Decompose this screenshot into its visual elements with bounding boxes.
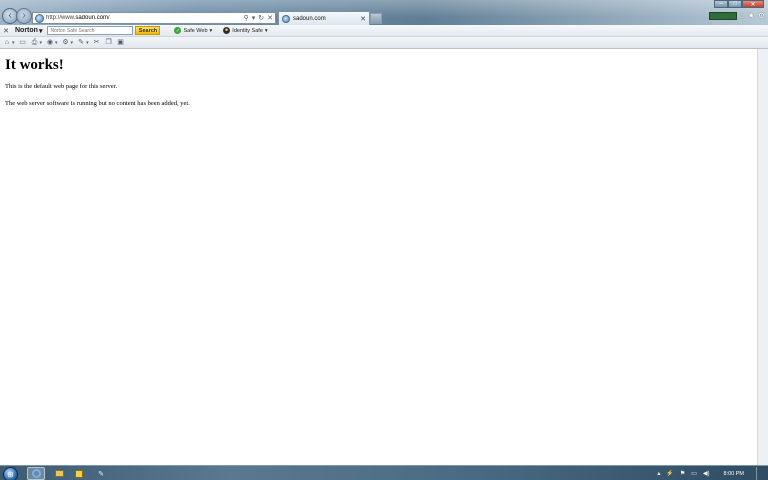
tools-dropdown-icon[interactable]: ▾ xyxy=(71,40,74,46)
paste-icon[interactable]: ▣ xyxy=(117,39,125,47)
show-desktop-button[interactable] xyxy=(756,466,764,480)
address-tools: ⚲ ▾ ↻ ✕ xyxy=(244,14,275,22)
stop-icon[interactable]: ✕ xyxy=(267,14,273,22)
windows-logo-icon: ⊞ xyxy=(7,471,14,479)
taskbar-paint[interactable]: ✎ xyxy=(92,467,110,480)
browser-right-icons: ⌂ ★ ⚙ xyxy=(708,12,765,20)
flag-icon[interactable]: ⚑ xyxy=(680,470,685,477)
tab-close-icon[interactable]: ✕ xyxy=(360,15,366,23)
norton-logo[interactable]: Norton ▾ xyxy=(15,27,42,35)
norton-toolbar: ✕ Norton▾ Search ✓ Safe Web ▾ Identity S… xyxy=(0,25,768,37)
pen-dropdown-icon[interactable]: ▾ xyxy=(86,40,89,46)
feeds-icon[interactable]: ▭ xyxy=(19,39,27,47)
copy-icon[interactable]: ❐ xyxy=(105,39,113,47)
taskbar-internet-explorer[interactable] xyxy=(27,467,45,480)
clock[interactable]: 8:00 PM xyxy=(724,471,744,477)
start-button[interactable]: ⊞ xyxy=(3,467,18,480)
identity-safe-dropdown-icon: ▾ xyxy=(264,27,268,34)
norton-search-input[interactable] xyxy=(47,26,134,35)
tab-sadoun[interactable]: sadoun.com ✕ xyxy=(278,11,370,25)
print-icon[interactable]: ⎙ xyxy=(31,39,39,47)
close-button[interactable]: ✕ xyxy=(742,0,764,8)
toolbar-status-bar xyxy=(708,12,737,20)
page-heading: It works! xyxy=(5,57,64,73)
web-page-content: It works! This is the default web page f… xyxy=(0,49,757,465)
window-controls: – □ ✕ xyxy=(714,0,764,8)
url-host: sadoun.com xyxy=(75,15,109,21)
safe-web-menu[interactable]: ✓ Safe Web ▾ xyxy=(174,27,212,34)
home-page-icon[interactable]: ⌂ xyxy=(3,39,11,47)
page-icon xyxy=(35,13,44,23)
dropdown-icon[interactable]: ▾ xyxy=(252,14,256,22)
internet-explorer-icon xyxy=(31,469,41,478)
refresh-icon[interactable]: ↻ xyxy=(258,14,264,22)
tools-menu-icon[interactable]: ⚙ xyxy=(62,39,70,47)
volume-icon[interactable]: ◀) xyxy=(703,470,710,477)
page-menu-icon[interactable]: ◉ xyxy=(46,39,54,47)
gear-icon[interactable]: ⚙ xyxy=(758,12,765,20)
norton-dropdown-icon: ▾ xyxy=(38,27,43,35)
home-icon[interactable]: ⌂ xyxy=(740,12,745,20)
url-suffix: / xyxy=(108,15,110,21)
safe-web-label: Safe Web xyxy=(183,27,208,34)
identity-safe-menu[interactable]: Identity Safe ▾ xyxy=(223,27,268,34)
back-arrow-icon: ‹ xyxy=(8,10,12,21)
paintbrush-icon: ✎ xyxy=(98,470,104,478)
new-tab-button[interactable] xyxy=(370,13,382,24)
safe-web-check-icon: ✓ xyxy=(174,27,182,34)
vertical-scrollbar[interactable] xyxy=(757,49,768,465)
page-paragraph-1: This is the default web page for this se… xyxy=(5,83,118,90)
taskbar-media-player[interactable] xyxy=(70,467,88,480)
system-tray: ▴ ⚡ ⚑ ▭ ◀) 8:00 PM xyxy=(657,466,764,480)
safe-web-dropdown-icon: ▾ xyxy=(209,27,213,34)
toolbar-close-icon[interactable]: ✕ xyxy=(1,27,11,35)
address-url[interactable]: http://www.sadoun.com/ xyxy=(46,15,244,21)
forward-button[interactable]: › xyxy=(16,8,32,24)
identity-safe-label: Identity Safe xyxy=(232,27,263,34)
identity-safe-icon xyxy=(223,27,231,34)
search-icon[interactable]: ⚲ xyxy=(244,14,249,22)
url-prefix: http://www. xyxy=(46,15,76,21)
favorites-star-icon[interactable]: ★ xyxy=(748,12,755,20)
forward-arrow-icon: › xyxy=(22,10,26,21)
norton-brand: Norton xyxy=(15,27,38,34)
network-icon[interactable]: ⚡ xyxy=(666,470,673,477)
taskbar-file-explorer[interactable] xyxy=(50,467,68,480)
home-dropdown-icon[interactable]: ▾ xyxy=(12,40,15,46)
pen-icon[interactable]: ✎ xyxy=(77,39,85,47)
page-paragraph-2: The web server software is running but n… xyxy=(5,100,190,107)
taskbar: ⊞ ✎ ▴ ⚡ ⚑ ▭ ◀) 8:00 PM xyxy=(0,465,768,480)
media-player-icon xyxy=(75,469,83,478)
tab-page-icon xyxy=(282,14,290,23)
minimize-button[interactable]: – xyxy=(714,0,728,8)
tray-expand-icon[interactable]: ▴ xyxy=(657,470,660,477)
page-dropdown-icon[interactable]: ▾ xyxy=(55,40,58,46)
maximize-button[interactable]: □ xyxy=(728,0,742,8)
tab-title: sadoun.com xyxy=(293,15,326,22)
monitor-icon[interactable]: ▭ xyxy=(691,470,697,477)
folder-icon xyxy=(54,470,64,477)
scissors-icon[interactable]: ✂ xyxy=(93,39,101,47)
norton-search-button[interactable]: Search xyxy=(135,26,161,35)
address-bar[interactable]: http://www.sadoun.com/ ⚲ ▾ ↻ ✕ xyxy=(32,12,276,24)
print-dropdown-icon[interactable]: ▾ xyxy=(40,40,43,46)
command-bar: ⌂ ▾ ▭ ⎙ ▾ ◉ ▾ ⚙ ▾ ✎ ▾ ✂ ❐ ▣ xyxy=(0,37,768,49)
